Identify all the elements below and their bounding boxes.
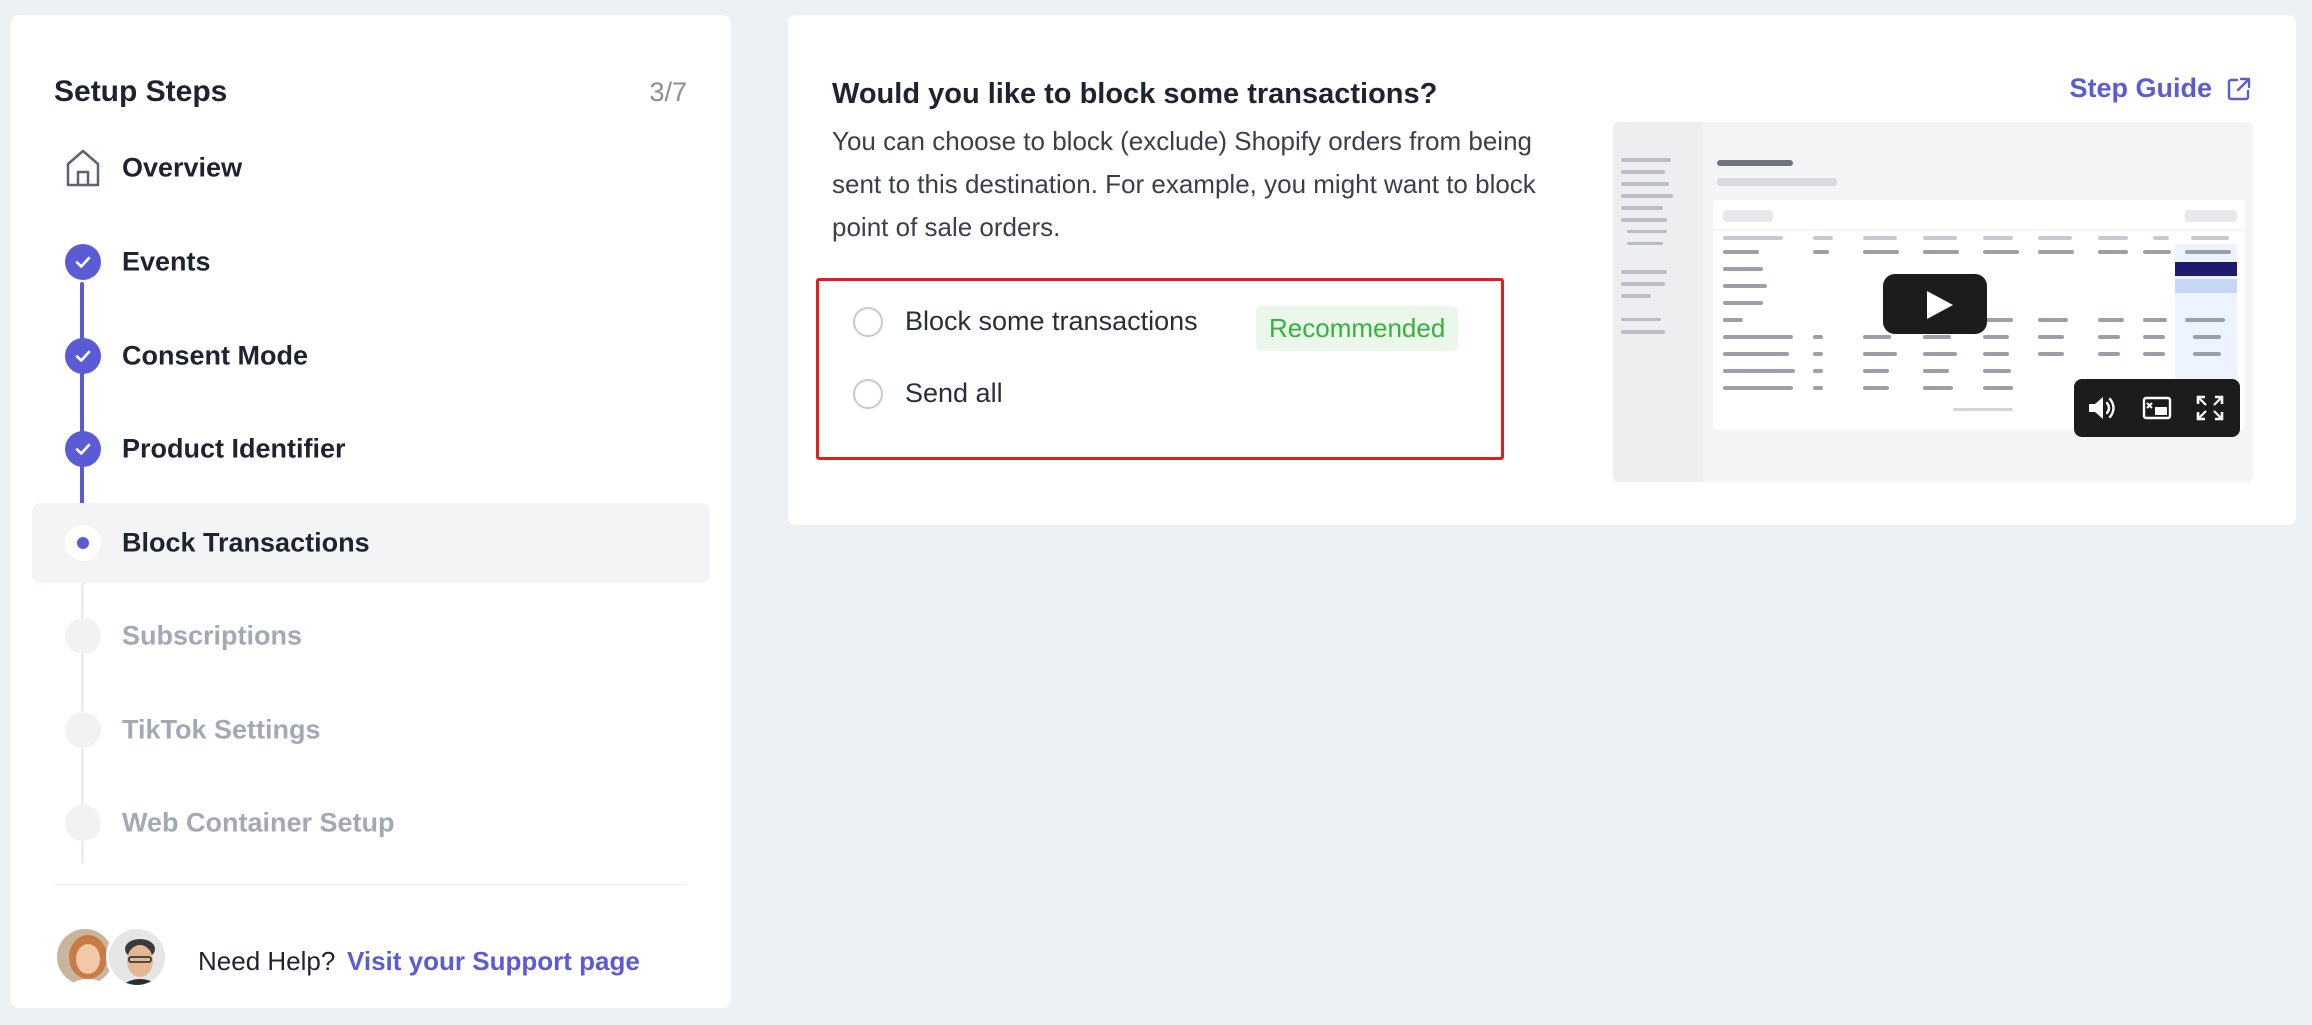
avatar (106, 926, 168, 988)
page-title: Would you like to block some transaction… (832, 78, 1438, 110)
home-icon (65, 148, 101, 188)
setup-steps-panel: Setup Steps 3/7 Overview Events Consent … (11, 15, 731, 1008)
radio-button[interactable] (853, 306, 883, 337)
step-web-container-setup[interactable]: Web Container Setup (32, 783, 710, 863)
step-complete-marker (65, 431, 101, 467)
setup-progress-counter: 3/7 (649, 77, 687, 107)
cast-icon[interactable] (2141, 393, 2173, 423)
step-label: Events (122, 246, 211, 277)
support-page-link[interactable]: Visit your Support page (347, 946, 640, 977)
play-button[interactable] (1883, 274, 1987, 334)
step-guide-link[interactable]: Step Guide (2069, 73, 2252, 104)
step-complete-marker (65, 338, 101, 374)
step-block-transactions[interactable]: Block Transactions (32, 503, 710, 583)
description-text: You can choose to block (exclude) Shopif… (832, 126, 1536, 242)
step-consent-mode[interactable]: Consent Mode (32, 316, 710, 396)
step-current-marker (65, 525, 101, 561)
step-label: Block Transactions (122, 527, 370, 558)
step-product-identifier[interactable]: Product Identifier (32, 409, 710, 489)
block-transactions-card: Would you like to block some transaction… (788, 15, 2296, 525)
step-guide-video[interactable] (1613, 122, 2253, 482)
need-help-label: Need Help? (198, 946, 336, 976)
step-pending-marker (65, 618, 101, 654)
step-label: Web Container Setup (122, 807, 395, 838)
transaction-options-group: Block some transactions Recommended Send… (816, 278, 1504, 460)
setup-steps-title: Setup Steps (54, 75, 228, 108)
step-label: Subscriptions (122, 620, 303, 651)
step-events[interactable]: Events (32, 222, 710, 302)
step-guide-label: Step Guide (2069, 73, 2212, 103)
sidebar-divider (54, 884, 687, 885)
option-send-all[interactable]: Send all (853, 378, 1003, 409)
video-controls (2074, 379, 2240, 437)
external-link-icon (2227, 77, 2251, 100)
step-label: Consent Mode (122, 340, 308, 371)
step-label: Product Identifier (122, 433, 346, 464)
step-complete-marker (65, 244, 101, 280)
volume-icon[interactable] (2086, 393, 2118, 423)
fullscreen-icon[interactable] (2194, 393, 2226, 423)
radio-button[interactable] (853, 378, 883, 409)
step-label: TikTok Settings (122, 714, 321, 745)
option-label: Send all (905, 378, 1003, 408)
recommended-badge: Recommended (1256, 306, 1459, 351)
check-icon (75, 350, 91, 362)
step-subscriptions[interactable]: Subscriptions (32, 596, 710, 676)
check-icon (75, 443, 91, 455)
option-block-some-transactions[interactable]: Block some transactions (853, 306, 1198, 337)
step-pending-marker (65, 805, 101, 841)
step-overview[interactable]: Overview (32, 128, 710, 208)
step-label: Overview (122, 152, 243, 183)
check-icon (75, 256, 91, 268)
option-label: Block some transactions (905, 306, 1198, 336)
step-pending-marker (65, 712, 101, 748)
step-tiktok-settings[interactable]: TikTok Settings (32, 690, 710, 770)
